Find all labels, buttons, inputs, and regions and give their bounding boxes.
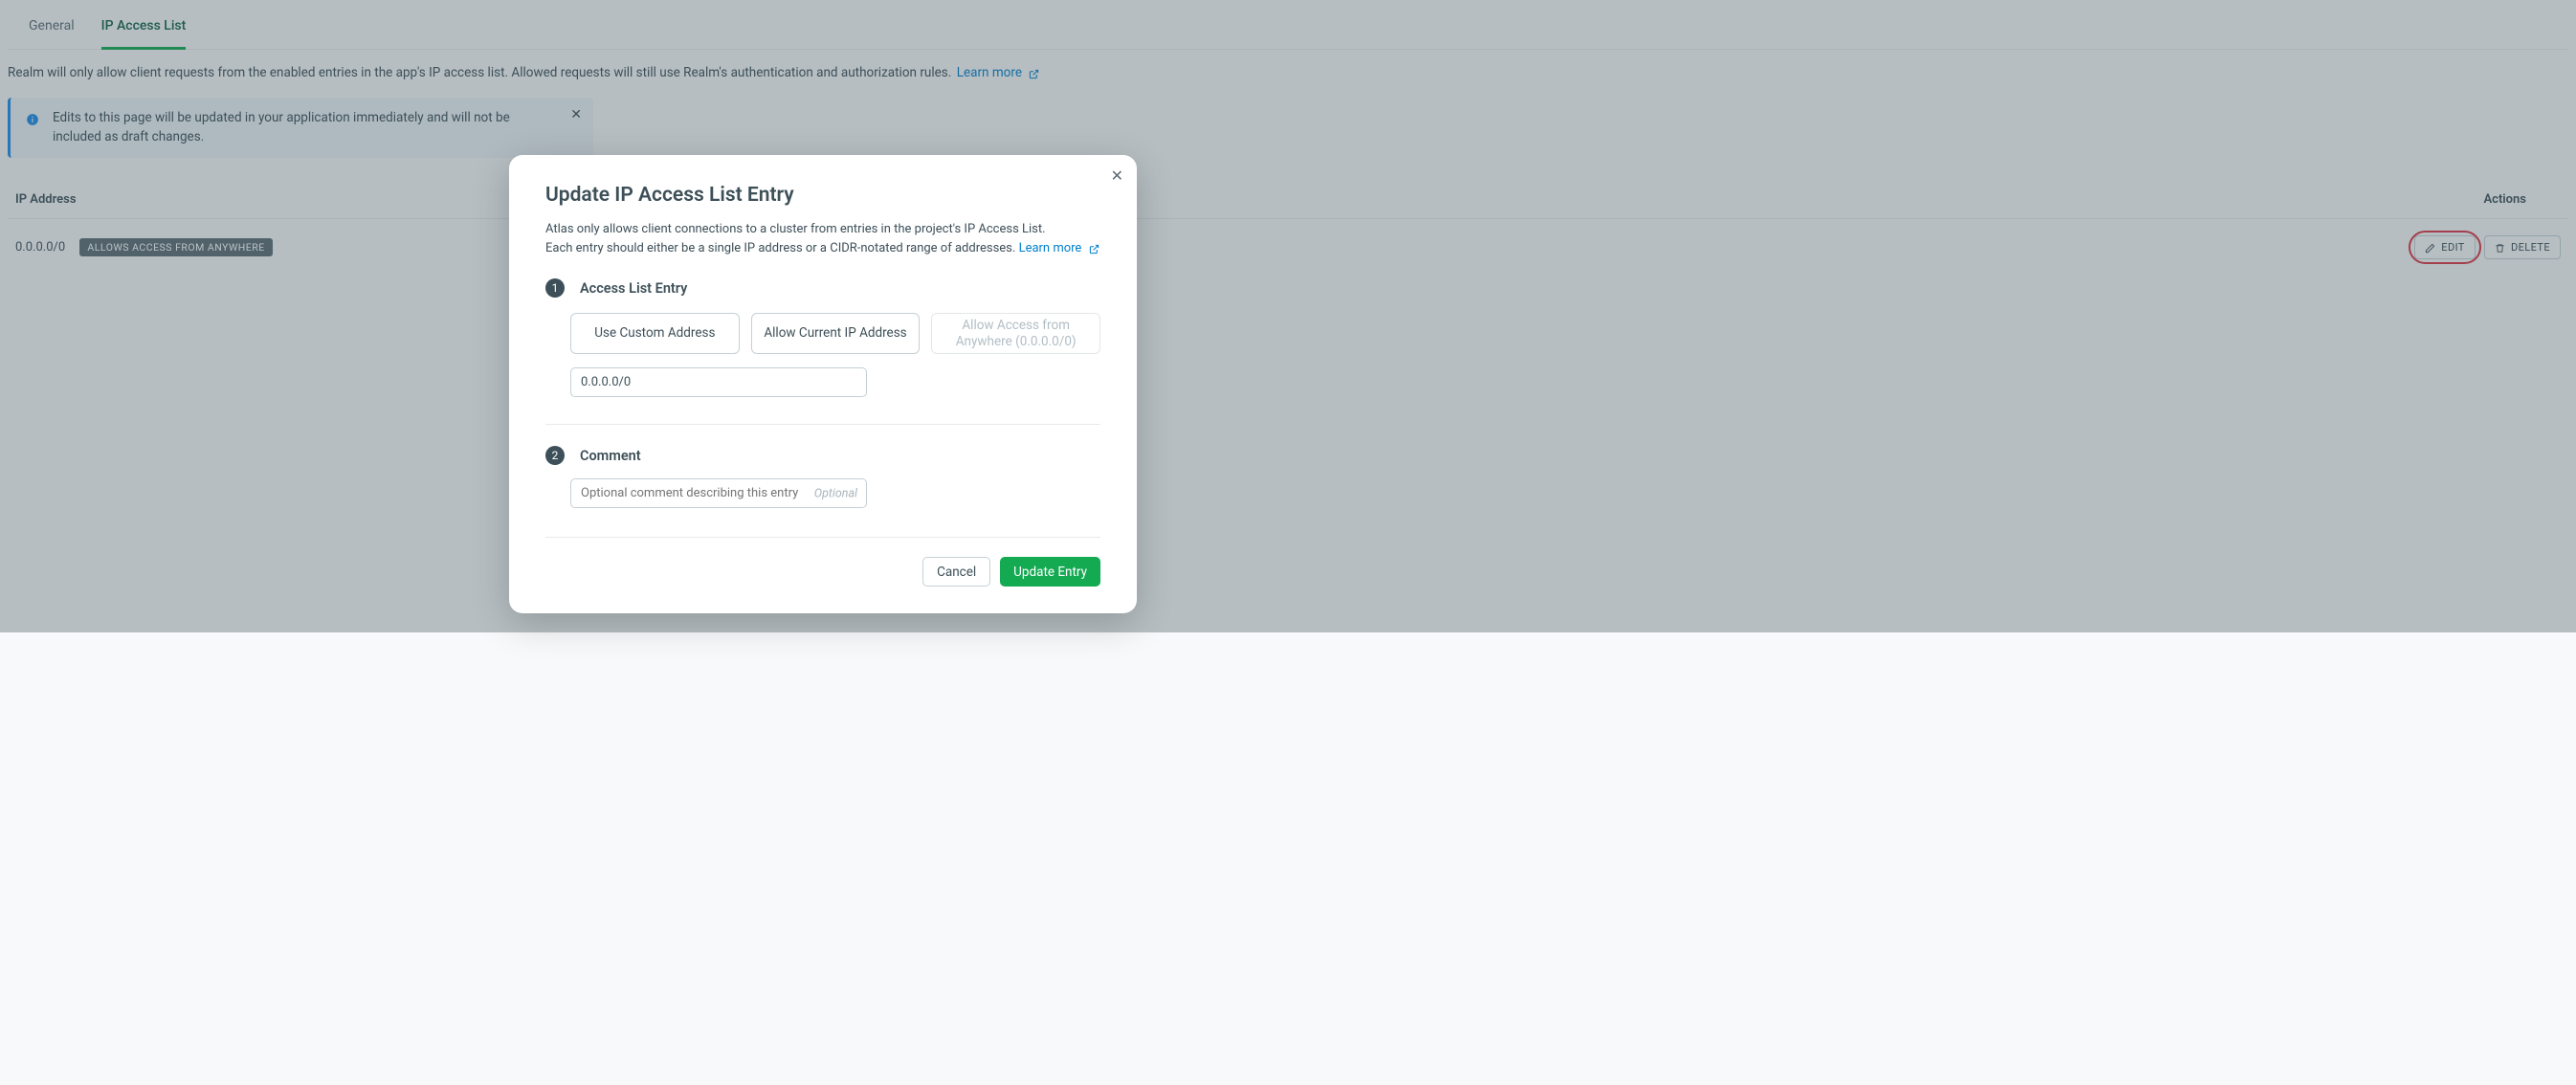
update-entry-button[interactable]: Update Entry bbox=[1000, 557, 1100, 587]
modal-learn-more-link[interactable]: Learn more bbox=[1019, 241, 1099, 255]
modal-overlay[interactable] bbox=[0, 0, 2576, 632]
external-link-icon bbox=[1089, 240, 1099, 251]
step-2-num: 2 bbox=[545, 446, 565, 465]
cancel-button[interactable]: Cancel bbox=[922, 557, 990, 587]
modal-learn-more-label: Learn more bbox=[1019, 241, 1082, 255]
use-custom-address-button[interactable]: Use Custom Address bbox=[570, 313, 740, 354]
step-1-num: 1 bbox=[545, 278, 565, 298]
allow-anywhere-button[interactable]: Allow Access from Anywhere (0.0.0.0/0) bbox=[931, 313, 1100, 354]
step-2-label: Comment bbox=[580, 448, 641, 464]
ip-address-input[interactable] bbox=[570, 367, 867, 397]
modal-desc-line2: Each entry should either be a single IP … bbox=[545, 241, 1015, 255]
update-ip-modal: ✕ Update IP Access List Entry Atlas only… bbox=[509, 155, 1137, 613]
modal-desc-line1: Atlas only allows client connections to … bbox=[545, 222, 1046, 236]
allow-current-ip-button[interactable]: Allow Current IP Address bbox=[751, 313, 921, 354]
close-icon[interactable]: ✕ bbox=[1111, 166, 1123, 185]
comment-input[interactable] bbox=[570, 478, 867, 508]
step-1-label: Access List Entry bbox=[580, 280, 687, 297]
modal-title: Update IP Access List Entry bbox=[545, 184, 1100, 207]
